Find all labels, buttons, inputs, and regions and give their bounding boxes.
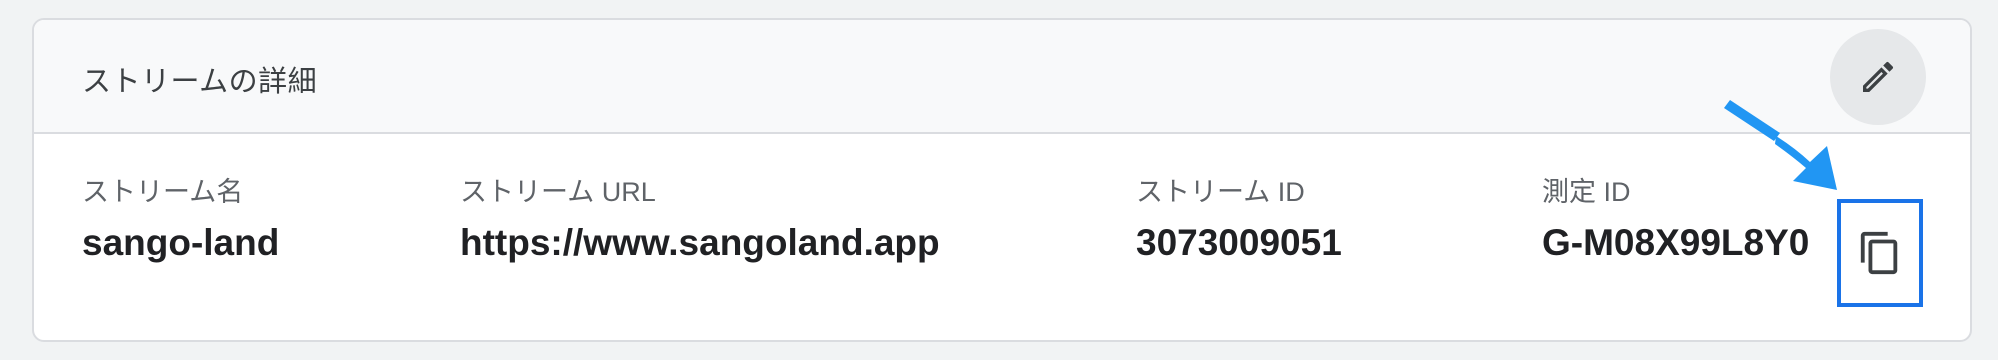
stream-url-label: ストリーム URL <box>460 177 656 207</box>
pencil-icon <box>1863 61 1894 92</box>
edit-button[interactable] <box>1830 29 1926 125</box>
measurement-id-label: 測定 ID <box>1542 177 1631 207</box>
card-header: ストリームの詳細 <box>34 20 1970 134</box>
stream-name-label: ストリーム名 <box>82 177 244 207</box>
card-title: ストリームの詳細 <box>82 66 318 98</box>
stream-id-value: 3073009051 <box>1136 222 1342 263</box>
stream-name-value: sango-land <box>82 222 280 263</box>
stream-id-label: ストリーム ID <box>1136 177 1305 207</box>
copy-measurement-id-button[interactable] <box>1837 199 1923 307</box>
copy-icon <box>1860 231 1898 275</box>
measurement-id-value: G-M08X99L8Y0 <box>1542 222 1810 263</box>
stream-url-value: https://www.sangoland.app <box>460 222 940 263</box>
stream-details-card: ストリームの詳細 ストリーム名 sango-land ストリーム URL htt… <box>32 18 1972 342</box>
